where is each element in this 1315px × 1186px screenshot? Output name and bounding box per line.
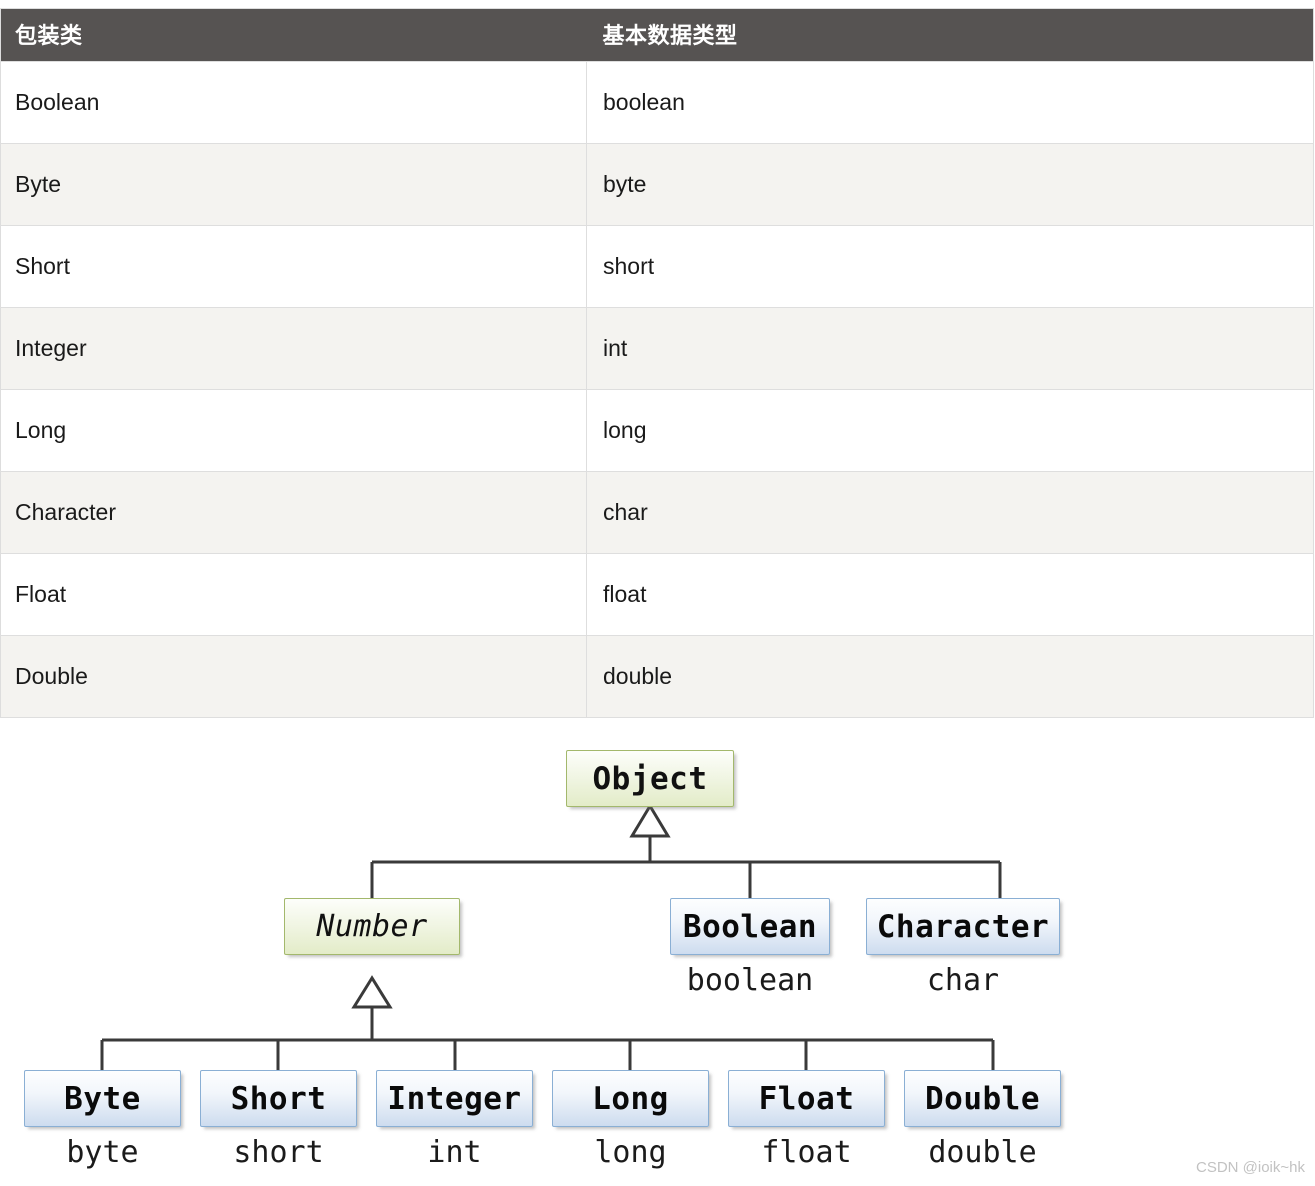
diagram-node-label: Long (592, 1080, 669, 1117)
diagram-node-double[interactable]: Double (904, 1070, 1061, 1127)
cell-primitive-type: short (586, 225, 1314, 308)
wrapper-types-table-container: 包装类 基本数据类型 Boolean boolean Byte byte Sho… (0, 8, 1314, 718)
wrapper-class-hierarchy-diagram: Object Number Boolean boolean Character … (0, 714, 1315, 1186)
cell-primitive-type: boolean (586, 61, 1314, 144)
table-row: Integer int (0, 307, 1314, 390)
diagram-node-float[interactable]: Float (728, 1070, 885, 1127)
cell-primitive-type: double (586, 635, 1314, 718)
diagram-node-label: Boolean (682, 908, 818, 945)
diagram-node-integer[interactable]: Integer (376, 1070, 533, 1127)
diagram-primitive-label-float: float (761, 1135, 852, 1170)
table-header-row: 包装类 基本数据类型 (0, 8, 1314, 62)
diagram-node-label: Short (230, 1080, 327, 1117)
diagram-primitive-label-int: int (427, 1135, 482, 1170)
cell-wrapper-class: Integer (0, 307, 587, 390)
cell-primitive-type: byte (586, 143, 1314, 226)
column-header-primitive-type: 基本数据类型 (586, 8, 1314, 62)
inheritance-arrow-object (629, 803, 671, 838)
inheritance-arrow-number (351, 975, 393, 1009)
cell-wrapper-class: Double (0, 635, 587, 718)
diagram-node-label: Integer (387, 1080, 522, 1117)
diagram-node-boolean[interactable]: Boolean (670, 898, 830, 955)
table-row: Double double (0, 635, 1314, 718)
table-body: Boolean boolean Byte byte Short short In… (0, 61, 1314, 718)
table-row: Float float (0, 553, 1314, 636)
cell-wrapper-class: Byte (0, 143, 587, 226)
table-row: Boolean boolean (0, 61, 1314, 144)
diagram-primitive-label-short: short (233, 1135, 324, 1170)
diagram-node-label: Object (592, 760, 708, 797)
diagram-node-character[interactable]: Character (866, 898, 1060, 955)
cell-wrapper-class: Float (0, 553, 587, 636)
diagram-node-long[interactable]: Long (552, 1070, 709, 1127)
wrapper-types-table: 包装类 基本数据类型 Boolean boolean Byte byte Sho… (0, 8, 1314, 718)
cell-wrapper-class: Character (0, 471, 587, 554)
table-head: 包装类 基本数据类型 (0, 8, 1314, 62)
table-row: Character char (0, 471, 1314, 554)
diagram-primitive-label-char: char (926, 963, 1000, 998)
diagram-node-short[interactable]: Short (200, 1070, 357, 1127)
diagram-node-object[interactable]: Object (566, 750, 734, 807)
diagram-primitive-label-double: double (928, 1135, 1037, 1170)
diagram-primitive-label-byte: byte (66, 1135, 139, 1170)
diagram-node-label: Byte (64, 1080, 141, 1117)
diagram-node-label: Double (925, 1080, 1040, 1117)
cell-primitive-type: int (586, 307, 1314, 390)
cell-wrapper-class: Short (0, 225, 587, 308)
diagram-node-number[interactable]: Number (284, 898, 460, 955)
diagram-node-label: Float (758, 1080, 855, 1117)
cell-primitive-type: float (586, 553, 1314, 636)
cell-primitive-type: char (586, 471, 1314, 554)
table-row: Byte byte (0, 143, 1314, 226)
diagram-node-byte[interactable]: Byte (24, 1070, 181, 1127)
diagram-node-label: Character (876, 908, 1050, 945)
cell-primitive-type: long (586, 389, 1314, 472)
cell-wrapper-class: Long (0, 389, 587, 472)
cell-wrapper-class: Boolean (0, 61, 587, 144)
table-row: Short short (0, 225, 1314, 308)
diagram-primitive-label-long: long (594, 1135, 667, 1170)
diagram-node-label: Number (316, 909, 428, 944)
diagram-primitive-label-boolean: boolean (686, 963, 814, 998)
table-row: Long long (0, 389, 1314, 472)
csdn-watermark: CSDN @ioik~hk (1195, 1159, 1305, 1176)
column-header-wrapper-class: 包装类 (0, 8, 587, 62)
